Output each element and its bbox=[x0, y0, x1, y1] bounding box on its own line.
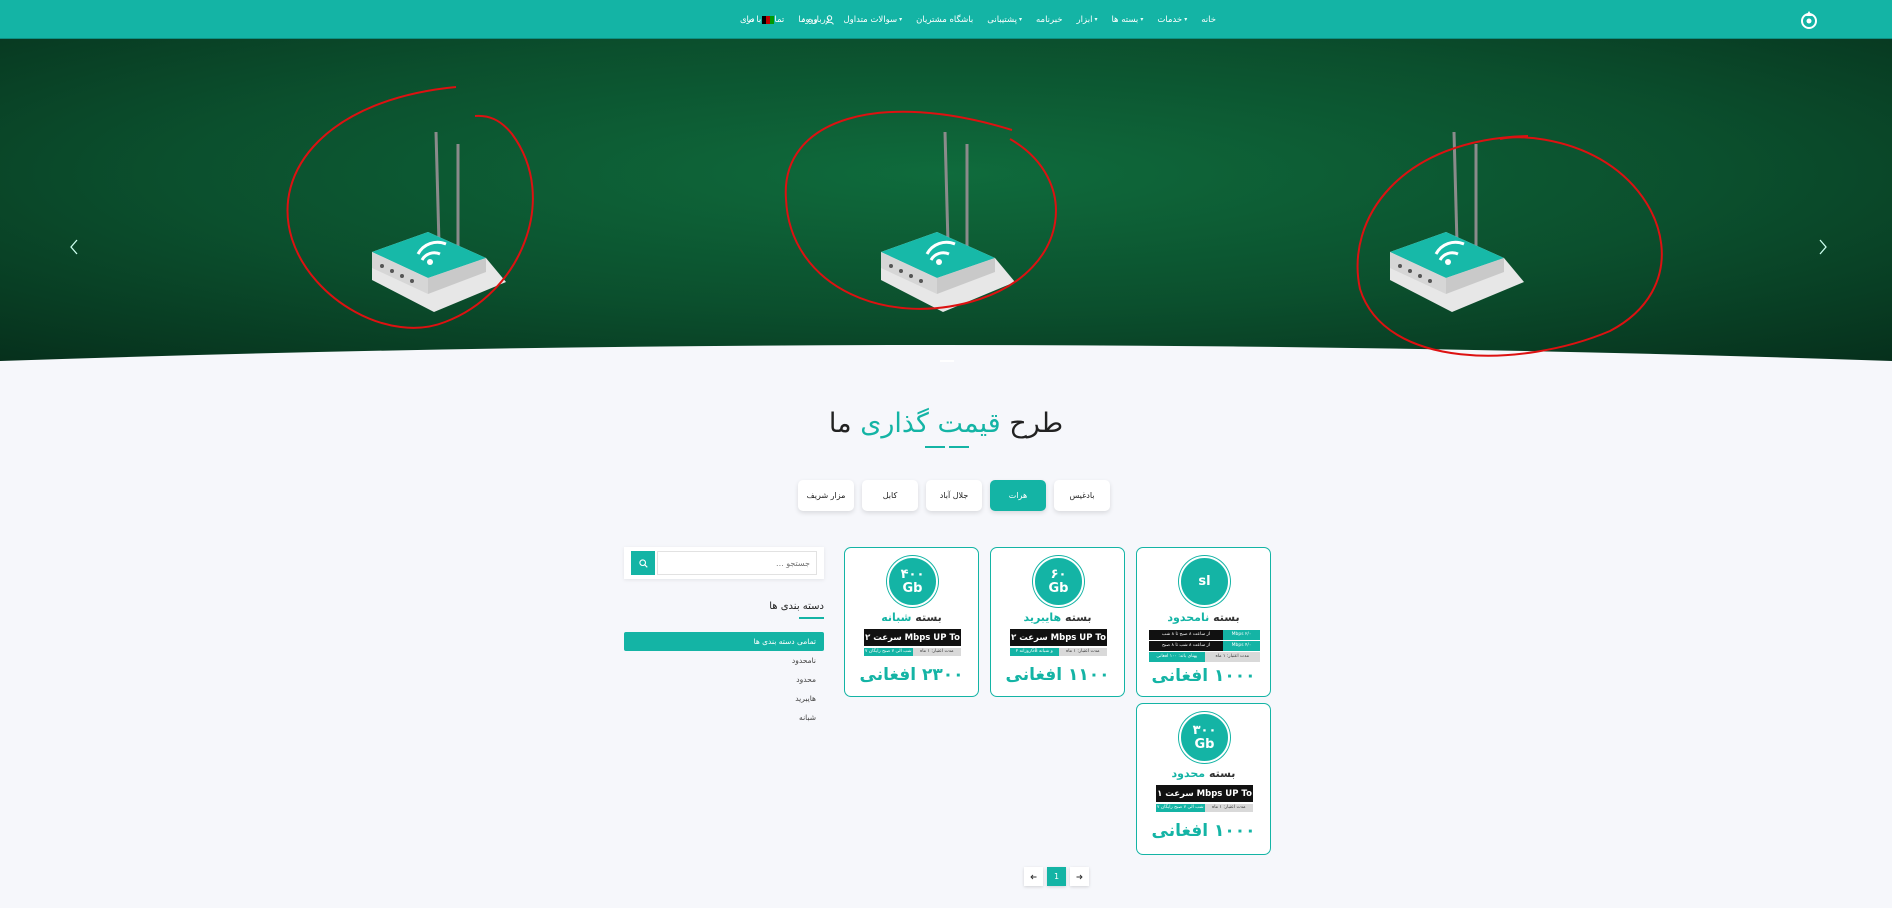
city-tabs: بادغیس هرات جلال آباد کابل مزار شریف bbox=[798, 480, 1110, 511]
package-details: از ساعت ۸ صبح تا ۸ شب Mbps ۲/۰ از ساعت ۸ … bbox=[1149, 630, 1260, 663]
language-label[interactable]: دری bbox=[740, 15, 755, 25]
arrow-right-icon bbox=[1076, 874, 1083, 879]
hero-banner-image bbox=[0, 39, 1892, 375]
detail-row: از ساعت ۸ شب تا ۸ صبح Mbps ۴/۰ bbox=[1149, 641, 1260, 651]
chevron-down-icon: ▾ bbox=[899, 16, 903, 23]
user-icon[interactable] bbox=[824, 14, 834, 25]
package-badge: sl bbox=[1179, 556, 1230, 607]
category-item-unlimited[interactable]: نامحدود bbox=[624, 651, 824, 670]
package-card-unlimited[interactable]: sl بسته نامحدود از ساعت ۸ صبح تا ۸ شب Mbp… bbox=[1136, 547, 1271, 697]
package-card-night[interactable]: ۴۰۰ Gb بسته شبانه سرعت ۲ Mbps UP To ۷ شب … bbox=[844, 547, 979, 697]
nav-item-services[interactable]: خدمات ▾ bbox=[1157, 15, 1187, 25]
nav-item-home[interactable]: خانه bbox=[1201, 15, 1216, 25]
brand-logo[interactable] bbox=[1798, 9, 1820, 31]
nav-item-packages[interactable]: بسته ها ▾ bbox=[1111, 15, 1143, 25]
search-icon bbox=[638, 558, 648, 568]
speed-sub-labels: ۷ شب الی ۷ صبح رایگان مدت اعتبار: ۱ ماه bbox=[1156, 804, 1253, 812]
package-badge: ۶۰ Gb bbox=[1033, 556, 1084, 607]
speed-label: سرعت ۲ Mbps UP To bbox=[864, 629, 961, 646]
category-item-night[interactable]: شبانه bbox=[624, 708, 824, 727]
nav-item-customer-club[interactable]: باشگاه مشتریان bbox=[916, 15, 973, 25]
tab-herat[interactable]: هرات bbox=[990, 480, 1046, 511]
package-price: ۲۳۰۰ افغانی bbox=[859, 665, 964, 685]
nav-item-faq[interactable]: سوالات متداول ▾ bbox=[843, 15, 902, 25]
tab-jalalabad[interactable]: جلال آباد bbox=[926, 480, 982, 511]
title-underline bbox=[925, 446, 969, 449]
prev-page-button[interactable] bbox=[1024, 867, 1043, 886]
speed-label: سرعت ۲ Mbps UP To bbox=[1010, 629, 1107, 646]
package-price: ۱۰۰۰ افغانی bbox=[1151, 666, 1256, 686]
package-name: بسته هایبرید bbox=[1023, 611, 1092, 624]
pagination: 1 bbox=[1024, 867, 1089, 886]
package-card-hybrid[interactable]: ۶۰ Gb بسته هایبرید سرعت ۲ Mbps UP To روزا… bbox=[990, 547, 1125, 697]
chevron-down-icon: ▾ bbox=[1184, 16, 1188, 23]
category-item-all[interactable]: تمامی دسته بندی ها bbox=[624, 632, 824, 651]
speed-sub-labels: ۷ شب الی ۷ صبح رایگان مدت اعتبار: ۱ ماه bbox=[864, 648, 961, 656]
chevron-right-icon[interactable] bbox=[1815, 237, 1831, 257]
search-box bbox=[624, 547, 824, 579]
categories-title: دسته بندی ها bbox=[769, 601, 824, 612]
chevron-down-icon: ▾ bbox=[1140, 16, 1144, 23]
nav-item-support[interactable]: پشتیبانی ▾ bbox=[987, 15, 1022, 25]
top-navbar: خانه خدمات ▾ بسته ها ▾ ابزار ▾ خبرنامه پشتی… bbox=[0, 0, 1892, 39]
chevron-down-icon: ▾ bbox=[1018, 16, 1022, 23]
tab-kabul[interactable]: کابل bbox=[862, 480, 918, 511]
hero-slider bbox=[0, 39, 1892, 375]
category-list: تمامی دسته بندی ها نامحدود محدود هایبرید… bbox=[624, 632, 824, 727]
category-item-limited[interactable]: محدود bbox=[624, 670, 824, 689]
package-name: بسته شبانه bbox=[881, 611, 942, 624]
category-item-hybrid[interactable]: هایبرید bbox=[624, 689, 824, 708]
package-name: بسته محدود bbox=[1171, 767, 1236, 780]
next-page-button[interactable] bbox=[1070, 867, 1089, 886]
package-price: ۱۰۰۰ افغانی bbox=[1151, 821, 1256, 841]
package-name: بسته نامحدود bbox=[1167, 611, 1240, 624]
tab-badghis[interactable]: بادغیس bbox=[1054, 480, 1110, 511]
speed-label: سرعت ۱ Mbps UP To bbox=[1156, 785, 1253, 802]
tab-mazar[interactable]: مزار شریف bbox=[798, 480, 854, 511]
speed-sub-labels: روزانه ۲GB و شبانه ۵۸GB مدت اعتبار: ۱ ماه bbox=[1010, 648, 1107, 662]
package-badge: ۴۰۰ Gb bbox=[887, 556, 938, 607]
afghanistan-flag-icon[interactable] bbox=[761, 15, 774, 24]
slider-dot[interactable] bbox=[940, 360, 954, 362]
header-actions: دری ورود bbox=[740, 0, 834, 39]
login-link[interactable]: ورود bbox=[802, 15, 818, 25]
arrow-left-icon bbox=[1030, 874, 1037, 879]
package-price: ۱۱۰۰ افغانی bbox=[1005, 665, 1110, 685]
chevron-down-icon: ▾ bbox=[1094, 16, 1098, 23]
categories-underline bbox=[799, 617, 824, 619]
package-card-limited[interactable]: ۳۰۰ Gb بسته محدود سرعت ۱ Mbps UP To ۷ شب … bbox=[1136, 703, 1271, 855]
detail-row: از ساعت ۸ صبح تا ۸ شب Mbps ۲/۰ bbox=[1149, 630, 1260, 640]
chevron-left-icon[interactable] bbox=[66, 237, 82, 257]
nav-item-newsletter[interactable]: خبرنامه bbox=[1036, 15, 1063, 25]
pricing-title: طرح قیمت گذاری ما bbox=[828, 408, 1064, 439]
search-button[interactable] bbox=[631, 551, 655, 575]
search-input[interactable] bbox=[657, 551, 817, 575]
detail-row: پهنای باند: ۱۰۰ افغانی مدت اعتبار: ۱ ماه bbox=[1149, 652, 1260, 662]
page-number-button[interactable]: 1 bbox=[1047, 867, 1066, 886]
nav-item-tools[interactable]: ابزار ▾ bbox=[1077, 15, 1098, 25]
package-badge: ۳۰۰ Gb bbox=[1179, 712, 1230, 763]
